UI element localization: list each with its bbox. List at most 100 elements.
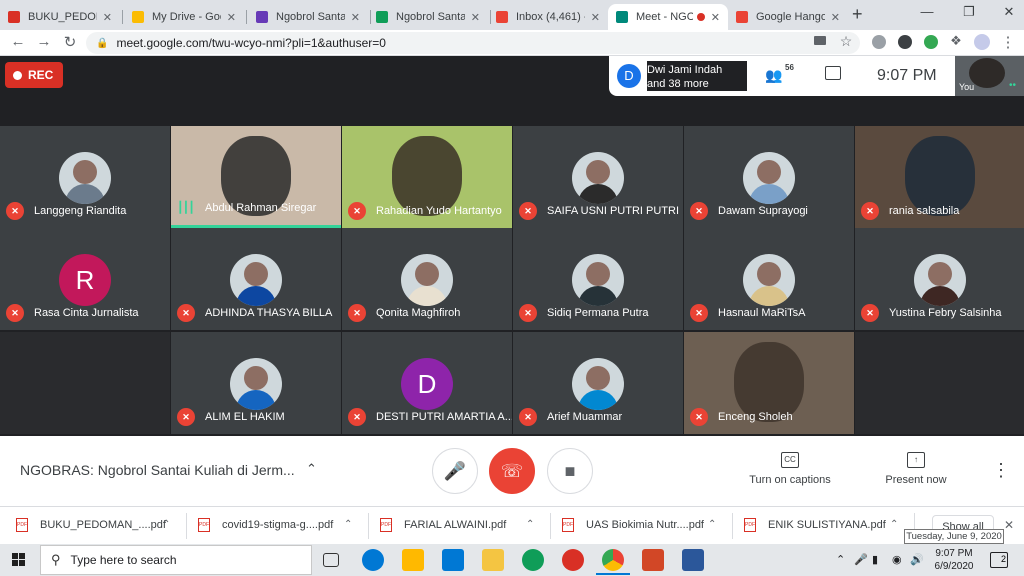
participant-tile[interactable]: R ✕ Rasa Cinta Jurnalista	[0, 228, 170, 330]
browser-tab[interactable]: My Drive - Goo ✕	[124, 4, 244, 30]
volume-icon[interactable]: 🔊	[910, 553, 924, 566]
participant-tile[interactable]: D ✕ DESTI PUTRI AMARTIA A...	[342, 332, 512, 434]
chevron-up-icon[interactable]: ⌃	[306, 461, 317, 477]
close-window-icon[interactable]: ✕	[996, 4, 1022, 20]
app-icon[interactable]	[522, 549, 544, 571]
close-tab-icon[interactable]: ✕	[471, 11, 480, 24]
chevron-up-icon[interactable]: ⌃	[890, 519, 898, 530]
word-icon[interactable]	[682, 549, 704, 571]
participant-tile[interactable]: ✕ Qonita Maghfiroh	[342, 228, 512, 330]
download-item[interactable]: PDF UAS Biokimia Nutr....pdf	[562, 518, 704, 532]
pdf-file-icon: PDF	[16, 518, 28, 532]
close-tab-icon[interactable]: ✕	[103, 11, 112, 24]
close-tab-icon[interactable]: ✕	[831, 11, 840, 24]
edge-browser-icon[interactable]	[362, 549, 384, 571]
leave-call-button[interactable]: ☏	[489, 448, 535, 494]
windows-start-icon[interactable]	[12, 553, 26, 567]
tab-title: Google Hangou	[756, 11, 825, 23]
participant-tile[interactable]: ✕ Hasnaul MaRiTsA	[684, 228, 854, 330]
search-icon: ⚲	[51, 552, 61, 567]
mail-icon[interactable]	[442, 549, 464, 571]
recording-label: REC	[28, 68, 54, 82]
extension-icon[interactable]	[872, 35, 886, 49]
participant-tile[interactable]: ✕ Enceng Sholeh	[684, 332, 854, 434]
back-icon[interactable]: ←	[8, 33, 28, 50]
chat-icon[interactable]	[825, 66, 841, 80]
chevron-up-icon[interactable]: ⌃	[836, 553, 845, 566]
people-icon[interactable]: 👥	[765, 67, 782, 84]
participant-tile[interactable]: ✕ SAIFA USNI PUTRI PUTRI	[513, 126, 683, 228]
meeting-title[interactable]: NGOBRAS: Ngobrol Santai Kuliah di Jerm..…	[20, 462, 295, 478]
browser-tab[interactable]: Meet - NGO ✕	[608, 4, 728, 30]
extension-icon[interactable]	[924, 35, 938, 49]
chevron-up-icon[interactable]: ⌃	[526, 519, 534, 530]
close-tab-icon[interactable]: ✕	[227, 11, 236, 24]
maximize-icon[interactable]: ❐	[956, 4, 982, 20]
muted-mic-icon: ✕	[348, 202, 366, 220]
bookmark-star-icon[interactable]: ☆	[836, 33, 856, 50]
reload-icon[interactable]: ↻	[60, 33, 80, 51]
profile-avatar[interactable]	[974, 34, 990, 50]
chevron-up-icon[interactable]: ⌃	[708, 519, 716, 530]
extension-icon[interactable]	[898, 35, 912, 49]
participant-tile[interactable]: ✕ ADHINDA THASYA BILLA	[171, 228, 341, 330]
captions-button[interactable]: CC Turn on captions	[745, 452, 835, 486]
close-tab-icon[interactable]: ✕	[351, 11, 360, 24]
participant-tile[interactable]: ✕ Dawam Suprayogi	[684, 126, 854, 228]
participant-tile[interactable]: ✕ Yustina Febry Salsinha	[855, 228, 1024, 330]
close-tab-icon[interactable]: ✕	[591, 11, 600, 24]
browser-menu-icon[interactable]: ⋮	[998, 33, 1018, 51]
participant-tile[interactable]: ✕ Rahadian Yudo Hartantyo	[342, 126, 512, 228]
microphone-tray-icon[interactable]: 🎤	[854, 553, 868, 566]
participant-tile[interactable]: ✕ Langgeng Riandita	[0, 126, 170, 228]
participant-name: Abdul Rahman Siregar	[205, 202, 317, 214]
battery-icon[interactable]: ▮	[872, 553, 878, 566]
chrome-icon[interactable]	[602, 549, 624, 571]
browser-tab[interactable]: Ngobrol Santai ✕	[248, 4, 368, 30]
store-icon[interactable]	[402, 549, 424, 571]
chevron-up-icon[interactable]: ⌃	[344, 519, 352, 530]
extensions-puzzle-icon[interactable]: ❖	[946, 33, 966, 49]
download-item[interactable]: PDF FARIAL ALWAINI.pdf	[380, 518, 506, 532]
chevron-up-icon[interactable]: ⌃	[162, 519, 170, 530]
present-screen-icon: ↑	[907, 452, 925, 468]
participant-tile[interactable]: ✕ Sidiq Permana Putra	[513, 228, 683, 330]
taskbar-clock[interactable]: 9:07 PM 6/9/2020	[932, 547, 976, 573]
camera-toggle-button[interactable]: ■	[547, 448, 593, 494]
camera-permission-icon[interactable]	[814, 36, 826, 45]
captions-icon: CC	[781, 452, 799, 468]
participant-tile[interactable]: ┃┃┃ Abdul Rahman Siregar	[171, 126, 341, 228]
task-view-icon[interactable]	[323, 553, 339, 567]
download-item[interactable]: PDF covid19-stigma-g....pdf	[198, 518, 333, 532]
browser-tab[interactable]: Ngobrol Santai ✕	[368, 4, 488, 30]
wifi-icon[interactable]: ◉	[892, 553, 902, 566]
participant-tile[interactable]: ✕ rania salsabila	[855, 126, 1024, 228]
notification-center-icon[interactable]: 2	[990, 552, 1008, 568]
app-icon[interactable]	[562, 549, 584, 571]
powerpoint-icon[interactable]	[642, 549, 664, 571]
forward-icon[interactable]: →	[34, 33, 54, 50]
participant-tile[interactable]: ✕ ALIM EL HAKIM	[171, 332, 341, 434]
close-tab-icon[interactable]: ✕	[711, 11, 720, 24]
close-shelf-icon[interactable]: ✕	[1004, 518, 1014, 532]
self-view[interactable]: You ••	[955, 56, 1024, 96]
download-item[interactable]: PDF BUKU_PEDOMAN_....pdf	[16, 518, 166, 532]
browser-tab[interactable]: BUKU_PEDOMA ✕	[0, 4, 120, 30]
browser-tab[interactable]: Google Hangou ✕	[728, 4, 848, 30]
minimize-icon[interactable]: —	[914, 4, 940, 19]
active-speaker-info[interactable]: Dwi Jami Indah and 38 more	[647, 61, 747, 91]
participant-tile[interactable]: ✕ Arief Muammar	[513, 332, 683, 434]
microphone-toggle-button[interactable]: 🎤	[432, 448, 478, 494]
audio-level-icon: ••	[1009, 80, 1017, 91]
file-explorer-icon[interactable]	[482, 549, 504, 571]
active-app-indicator	[596, 573, 630, 575]
present-now-button[interactable]: ↑ Present now	[880, 452, 952, 486]
download-item[interactable]: PDF ENIK SULISTIYANA.pdf	[744, 518, 886, 532]
address-bar[interactable]: 🔒 meet.google.com/twu-wcyo-nmi?pli=1&aut…	[86, 32, 860, 54]
new-tab-button[interactable]: +	[852, 4, 863, 25]
more-options-icon[interactable]: ⋮	[992, 460, 1010, 481]
record-dot-icon	[13, 70, 22, 80]
participant-name: DESTI PUTRI AMARTIA A...	[376, 411, 512, 423]
taskbar-search-box[interactable]: ⚲ Type here to search	[40, 545, 312, 575]
browser-tab[interactable]: Inbox (4,461) - ✕	[488, 4, 608, 30]
